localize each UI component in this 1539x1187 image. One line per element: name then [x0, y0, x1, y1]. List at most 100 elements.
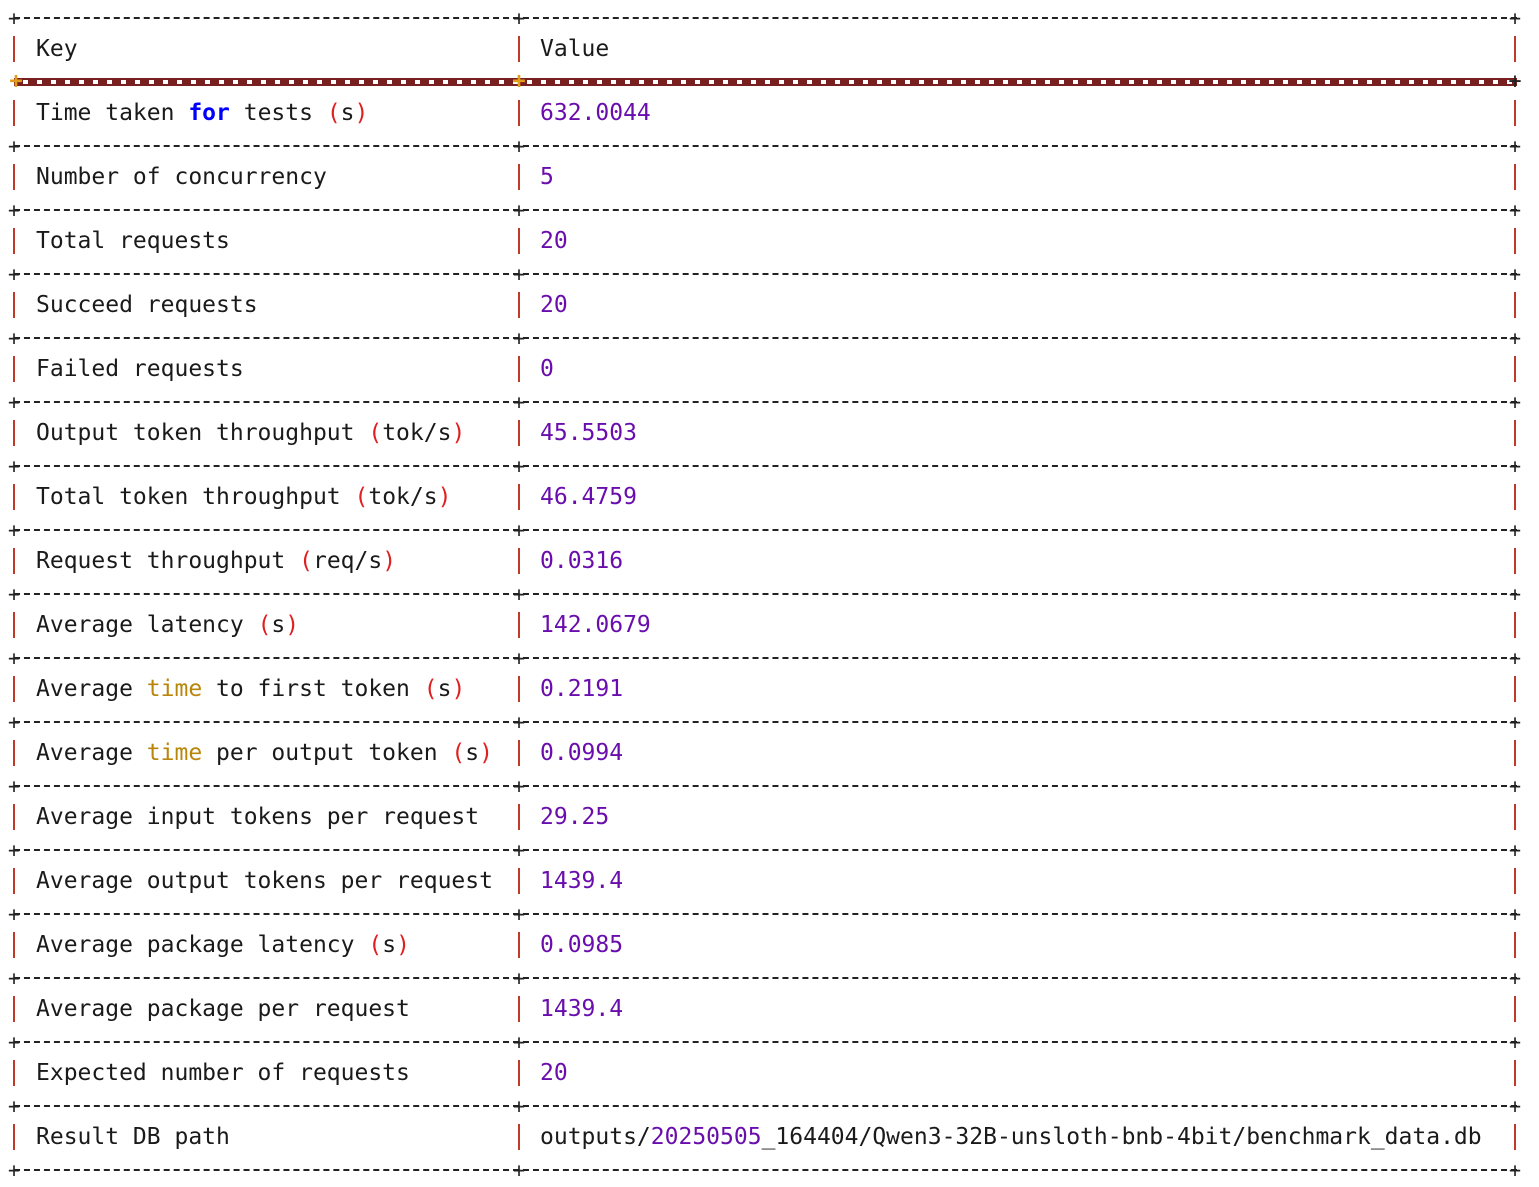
column-border — [518, 612, 520, 638]
column-border — [518, 356, 520, 382]
key-segment: Average — [36, 740, 147, 766]
row-value: 45.5503 — [540, 416, 637, 450]
key-segment: Total token throughput — [36, 484, 355, 510]
key-segment: ) — [354, 100, 369, 126]
row-value: 142.0679 — [540, 608, 651, 642]
key-segment: Number of concurrency — [36, 164, 327, 190]
key-segment: s — [465, 740, 480, 766]
key-segment: Total requests — [36, 228, 230, 254]
column-border — [518, 868, 520, 894]
column-border — [1514, 548, 1516, 574]
column-border — [13, 868, 15, 894]
key-segment: ( — [326, 100, 341, 126]
column-border — [13, 1124, 15, 1150]
table-row: Average time per output token (s) 0.0994 +… — [8, 722, 1523, 796]
key-segment: Result DB path — [36, 1124, 230, 1150]
row-value: 0.0994 — [540, 736, 623, 770]
row-key: Number of concurrency — [36, 160, 327, 194]
column-border — [13, 612, 15, 638]
key-segment: Succeed requests — [36, 292, 258, 318]
column-border — [1514, 356, 1516, 382]
row-value: outputs/20250505_164404/Qwen3-32B-unslot… — [540, 1120, 1482, 1154]
key-segment: to first token — [202, 676, 424, 702]
column-border — [518, 676, 520, 702]
key-segment: tests — [229, 100, 327, 126]
column-border — [518, 100, 520, 126]
value-segment: 46.4759 — [540, 484, 637, 510]
key-segment: Average — [36, 676, 147, 702]
key-segment: ) — [285, 612, 300, 638]
row-key: Failed requests — [36, 352, 244, 386]
key-segment: Output token throughput — [36, 420, 369, 446]
row-key: Succeed requests — [36, 288, 258, 322]
column-border — [13, 100, 15, 126]
column-border — [518, 1060, 520, 1086]
key-segment: ( — [368, 420, 383, 446]
row-value: 632.0044 — [540, 96, 651, 130]
column-border — [518, 996, 520, 1022]
value-segment: 20 — [540, 292, 568, 318]
key-segment: Average package latency — [36, 932, 369, 958]
column-border — [1514, 100, 1516, 126]
key-segment: Expected number of requests — [36, 1060, 410, 1086]
key-segment: Average latency — [36, 612, 258, 638]
value-segment: 1439.4 — [540, 868, 624, 894]
row-value: 5 — [540, 160, 554, 194]
column-border — [13, 1060, 15, 1086]
table-row: Total token throughput (tok/s) 46.4759 + + + — [8, 466, 1523, 540]
column-border — [518, 548, 520, 574]
row-value: 20 — [540, 224, 568, 258]
row-key: Average time per output token (s) — [36, 736, 493, 770]
table-row: Average time to first token (s) 0.2191 + + + — [8, 658, 1523, 732]
key-segment: s — [271, 612, 286, 638]
row-separator — [14, 1169, 1517, 1171]
column-border — [1514, 804, 1516, 830]
key-segment: ( — [423, 676, 438, 702]
key-segment: Request throughput — [36, 548, 300, 574]
value-segment: 0.0316 — [540, 548, 624, 574]
value-segment: outputs/ — [540, 1124, 651, 1150]
table-row: Failed requests 0 + + + — [8, 338, 1523, 412]
column-border — [13, 740, 15, 766]
row-value: 0.0316 — [540, 544, 623, 578]
column-border — [518, 164, 520, 190]
row-key: Total requests — [36, 224, 230, 258]
benchmark-results-table: + + + Key Value + + + Time taken for tes… — [8, 0, 1523, 1180]
table-row: Average package per request 1439.4 + + + — [8, 978, 1523, 1052]
separator-plus: + — [7, 1158, 21, 1182]
row-key: Average latency (s) — [36, 608, 299, 642]
header-key: Key — [36, 36, 78, 62]
row-value: 29.25 — [540, 800, 609, 834]
row-key: Average package latency (s) — [36, 928, 410, 962]
key-segment: ) — [382, 548, 397, 574]
key-segment: req/s — [312, 548, 383, 574]
value-segment: 0 — [540, 356, 554, 382]
key-segment: Time taken — [36, 100, 189, 126]
column-border — [518, 740, 520, 766]
column-border — [13, 292, 15, 318]
key-segment: tok/s — [382, 420, 452, 446]
column-border — [13, 36, 15, 62]
key-segment: s — [340, 100, 355, 126]
value-segment: 0.0994 — [540, 740, 624, 766]
row-key: Request throughput (req/s) — [36, 544, 396, 578]
row-value: 46.4759 — [540, 480, 637, 514]
value-segment: 20 — [540, 228, 568, 254]
column-border — [1514, 420, 1516, 446]
table-body: Time taken for tests (s) 632.0044 + + + Numbe… — [8, 82, 1523, 1180]
table-row: Succeed requests 20 + + + — [8, 274, 1523, 348]
row-key: Output token throughput (tok/s) — [36, 416, 465, 450]
table-row: Number of concurrency 5 + + + — [8, 146, 1523, 220]
row-key: Result DB path — [36, 1120, 230, 1154]
column-border — [1514, 292, 1516, 318]
separator-plus: + — [1508, 1158, 1522, 1182]
row-key: Time taken for tests (s) — [36, 96, 368, 130]
column-border — [13, 484, 15, 510]
separator-plus: + — [512, 1158, 526, 1182]
column-border — [1514, 676, 1516, 702]
key-segment: time — [146, 740, 203, 766]
row-value: 1439.4 — [540, 864, 623, 898]
table-row: Expected number of requests 20 + + + — [8, 1042, 1523, 1116]
column-border — [518, 292, 520, 318]
row-value: 0.0985 — [540, 928, 623, 962]
